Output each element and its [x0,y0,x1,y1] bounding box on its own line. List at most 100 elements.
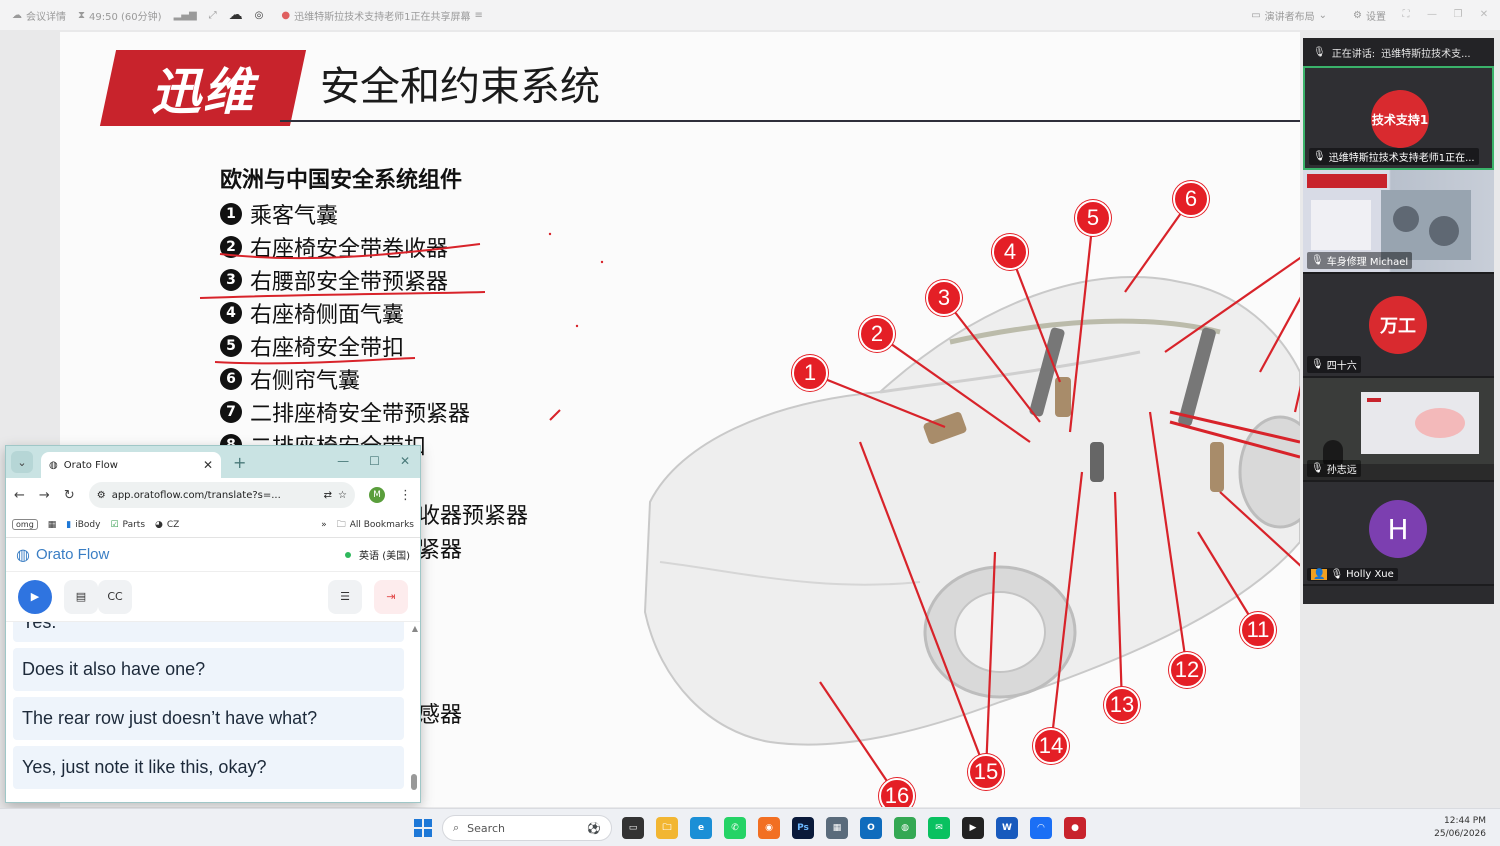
avatar: H [1369,500,1427,558]
bookmark-item[interactable]: omg [12,519,38,530]
minimize-icon[interactable]: — [1426,9,1438,21]
photoshop-icon[interactable]: Ps [792,817,814,839]
avatar: 技术支持1 [1371,90,1429,148]
underline-stroke [219,243,481,260]
participants-panel: 🎙 正在讲话: 迅维特斯拉技术支... 技术支持1 🎙 迅维特斯拉技术支持老师1… [1303,38,1494,604]
participant-tile[interactable]: 技术支持1 🎙 迅维特斯拉技术支持老师1正在... [1303,66,1494,170]
search-icon: ⌕ [453,821,460,834]
maximize-icon[interactable]: ☐ [369,454,380,468]
windows-taskbar: ⌕ Search ⚽ ▭ 🗀 e ✆ ◉ Ps ▦ O ◍ ✉ ▶ W ◠ ● … [0,808,1500,846]
callout-14: 14 [1033,728,1069,764]
participant-tile[interactable]: 🎙 车身修理 Michael [1303,170,1494,274]
bookmark-item[interactable]: ◕ CZ [155,520,179,530]
controls-bar: ▶ ▤ CC ☰ ⇥ [6,572,420,622]
apps-grid-icon[interactable]: ▦ [48,520,57,530]
layout-icon: ▭ [1251,9,1261,21]
scroll-up-icon[interactable]: ▲ [412,624,418,633]
layout-button[interactable]: ▭ 演讲者布局 ⌄ [1251,8,1327,23]
wechat-icon[interactable]: ✉ [928,817,950,839]
tab-search-button[interactable]: ⌄ [11,451,33,473]
scroll-thumb[interactable] [411,774,417,790]
callout-15: 15 [968,754,1004,790]
taskbar-search[interactable]: ⌕ Search ⚽ [442,815,612,841]
bookmarks-bar: omg ▦ ▮ iBody ☑ Parts ◕ CZ » 🗀 All Bookmarks [6,512,420,538]
timer: ⧗ 49:50 (60分钟) [78,9,162,23]
whatsapp-icon[interactable]: ✆ [724,817,746,839]
participant-name: 🎙 车身修理 Michael [1307,252,1413,269]
system-clock[interactable]: 12:44 PM 25/06/2026 [1434,815,1486,841]
more-menu-icon[interactable]: ⋮ [399,488,412,503]
close-icon[interactable]: ✕ [400,454,410,468]
calculator-icon[interactable]: ▦ [826,817,848,839]
translate-icon[interactable]: ⇄ [324,490,332,501]
chevron-down-icon: ⌄ [1318,9,1328,21]
tab-orato-flow[interactable]: ◍ Orato Flow ✕ [41,452,221,478]
settings-sliders-button[interactable]: ☰ [328,579,362,614]
bookmark-item[interactable]: ☑ Parts [110,520,145,530]
share-icon: ● [281,9,291,21]
address-bar[interactable]: ⚙ app.oratoflow.com/translate?s=... ⇄ ☆ [88,482,355,508]
exit-button[interactable]: ⇥ [374,579,408,614]
transcript-view-button[interactable]: ▤ [64,579,98,614]
outlook-icon[interactable]: O [860,817,882,839]
restore-icon[interactable]: ❐ [1452,9,1464,21]
edge-icon[interactable]: e [690,817,712,839]
speaking-indicator: 🎙 正在讲话: 迅维特斯拉技术支... [1303,38,1494,66]
settings-button[interactable]: ⚙ 设置 [1353,8,1386,23]
transcript-list[interactable]: Yes. Does it also have one? The rear row… [6,622,420,800]
chrome-icon[interactable]: ◍ [894,817,916,839]
new-tab-button[interactable]: + [233,453,246,472]
hide-icon[interactable]: ◎ [255,10,264,21]
callout-12: 12 [1169,652,1205,688]
back-icon[interactable]: ← [14,488,25,503]
sharing-indicator[interactable]: ● 迅维特斯拉技术支持老师1正在共享屏幕 ≡ [281,8,483,23]
recorder-icon[interactable]: ● [1064,817,1086,839]
meeting-app-icon[interactable]: ◠ [1030,817,1052,839]
transcript-item: Yes, just note it like this, okay? [13,746,404,789]
more-bookmarks-icon[interactable]: » [321,520,327,530]
participant-tile[interactable]: H 👤 🎙 Holly Xue [1303,482,1494,586]
meeting-logo-icon: ☁ [12,9,22,21]
mic-icon: 🎙 [1313,46,1326,58]
pen-dot [600,260,604,264]
word-icon[interactable]: W [996,817,1018,839]
participant-tile[interactable]: 万工 🎙 四十六 [1303,274,1494,378]
star-icon[interactable]: ☆ [338,490,347,501]
popout-icon[interactable]: ⤢ [209,10,217,21]
mic-icon: 🎙 [1330,569,1344,580]
forward-icon[interactable]: → [39,488,50,503]
participant-name: 🎙 四十六 [1307,356,1361,373]
bookmark-item[interactable]: ▮ iBody [66,520,100,530]
play-button[interactable]: ▶ [18,579,52,614]
site-info-icon[interactable]: ⚙ [97,490,106,501]
cloud-icon[interactable]: ☁ [229,7,243,23]
meeting-info-button[interactable]: ☁ 会议详情 [12,8,66,23]
callout-5: 5 [1075,200,1111,236]
fullscreen-icon[interactable]: ⛶ [1400,9,1412,21]
firefox-icon[interactable]: ◉ [758,817,780,839]
minimize-icon[interactable]: — [337,454,349,468]
media-player-icon[interactable]: ▶ [962,817,984,839]
close-icon[interactable]: ✕ [1478,9,1490,21]
scrollbar[interactable]: ▲ [411,624,418,796]
participant-tile[interactable]: 🎙 孙志远 [1303,378,1494,482]
tab-bar: ⌄ ◍ Orato Flow ✕ + — ☐ ✕ [6,446,420,478]
hourglass-icon: ⧗ [78,9,86,21]
pinned-apps: ▭ 🗀 e ✆ ◉ Ps ▦ O ◍ ✉ ▶ W ◠ ● [622,817,1086,839]
task-view-icon[interactable]: ▭ [622,817,644,839]
callout-16: 16 [879,778,915,807]
browser-window: ⌄ ◍ Orato Flow ✕ + — ☐ ✕ ← → ↻ ⚙ app.ora… [5,445,421,803]
underline-stroke [199,291,486,299]
language-selector[interactable]: 英语 (美国) [345,547,410,562]
start-button[interactable] [414,819,432,837]
file-explorer-icon[interactable]: 🗀 [656,817,678,839]
captions-button[interactable]: CC [98,579,132,614]
pen-dot [548,232,552,236]
participant-name: 🎙 孙志远 [1307,460,1361,477]
close-tab-icon[interactable]: ✕ [203,458,213,472]
participant-name: 🎙 迅维特斯拉技术支持老师1正在... [1309,148,1479,165]
app-header: ◍ Orato Flow 英语 (美国) [6,538,420,572]
all-bookmarks-button[interactable]: 🗀 All Bookmarks [337,517,414,533]
reload-icon[interactable]: ↻ [64,488,75,503]
profile-avatar[interactable]: M [369,487,385,503]
